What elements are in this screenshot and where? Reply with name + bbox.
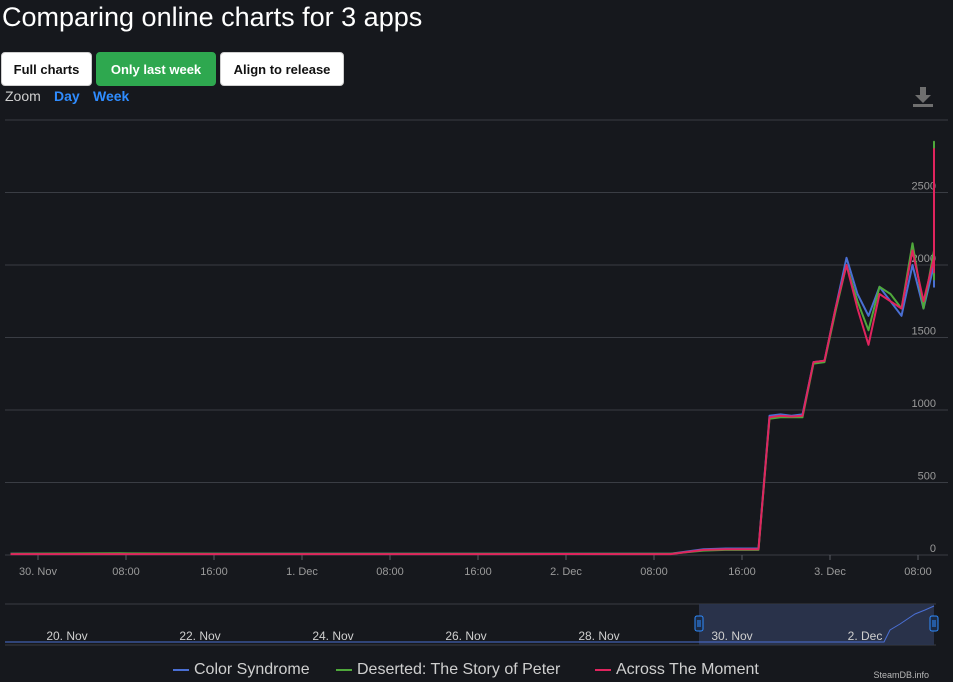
- x-tick-label: 16:00: [464, 566, 492, 578]
- y-tick-label: 500: [918, 471, 936, 483]
- x-tick-label: 16:00: [728, 566, 756, 578]
- legend-label: Deserted: The Story of Peter: [357, 661, 561, 678]
- navigator-tick-label: 26. Nov: [445, 629, 486, 643]
- navigator-tick-label: 20. Nov: [46, 629, 87, 643]
- series-line: [10, 140, 935, 555]
- navigator-handle: [929, 615, 939, 632]
- legend-swatch: [595, 669, 611, 671]
- y-tick-label: 1500: [912, 326, 936, 338]
- series-lines: [10, 140, 935, 556]
- navigator-tick-label: 24. Nov: [312, 629, 353, 643]
- navigator-tick-label: 2. Dec: [848, 629, 883, 643]
- steamdb-credit: SteamDB.info: [873, 670, 929, 680]
- x-tick-label: 2. Dec: [550, 566, 582, 578]
- online-players-chart: 05001000150020002500 30. Nov 08:00 16:00 1.…: [5, 119, 948, 646]
- legend-label: Color Syndrome: [194, 661, 310, 678]
- navigator-tick-label: 28. Nov: [578, 629, 619, 643]
- x-tick-label: 08:00: [376, 566, 404, 578]
- grid-lines: [5, 119, 948, 556]
- legend-item-color-syndrome[interactable]: Color Syndrome: [173, 660, 310, 680]
- legend-item-across-the-moment[interactable]: Across The Moment: [595, 660, 759, 680]
- legend-swatch: [336, 669, 352, 671]
- x-axis-ticks: 30. Nov 08:00 16:00 1. Dec 08:00 16:00 2. Dec 0…: [19, 555, 932, 578]
- x-tick-label: 08:00: [112, 566, 140, 578]
- x-tick-label: 16:00: [200, 566, 228, 578]
- y-tick-label: 1000: [912, 398, 936, 410]
- legend-item-deserted[interactable]: Deserted: The Story of Peter: [336, 660, 560, 680]
- navigator-handle: [694, 615, 704, 632]
- y-tick-label: 0: [930, 543, 936, 555]
- y-axis-ticks: 05001000150020002500: [912, 181, 936, 556]
- series-line: [10, 148, 935, 556]
- y-tick-label: 2500: [912, 181, 936, 193]
- series-line: [10, 169, 935, 555]
- navigator-tick-label: 22. Nov: [179, 629, 220, 643]
- x-tick-label: 08:00: [904, 566, 932, 578]
- x-tick-label: 3. Dec: [814, 566, 846, 578]
- navigator-tick-label: 30. Nov: [711, 629, 752, 643]
- navigator: 20. Nov 22. Nov 24. Nov 26. Nov 28. Nov 30. N…: [5, 603, 939, 646]
- legend-label: Across The Moment: [616, 661, 759, 678]
- x-tick-label: 1. Dec: [286, 566, 318, 578]
- x-tick-label: 30. Nov: [19, 566, 57, 578]
- x-tick-label: 08:00: [640, 566, 668, 578]
- legend-swatch: [173, 669, 189, 671]
